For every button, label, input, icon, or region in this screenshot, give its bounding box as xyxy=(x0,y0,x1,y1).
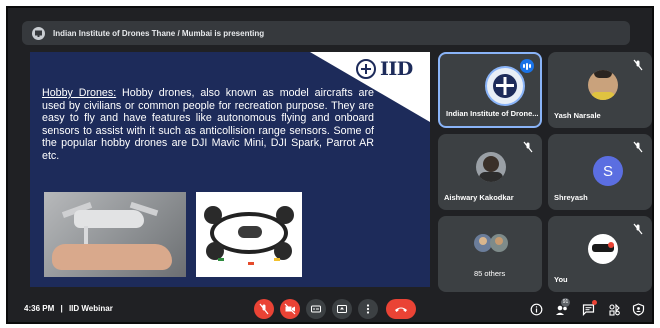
chat-icon[interactable] xyxy=(580,300,597,317)
camera-toggle-button[interactable] xyxy=(280,299,300,319)
people-icon[interactable]: 91 xyxy=(554,298,570,317)
avatar xyxy=(588,70,618,100)
mic-off-icon xyxy=(259,303,269,315)
meeting-name: IID Webinar xyxy=(68,304,113,313)
slide-paragraph: Hobby Drones: Hobby drones, also known a… xyxy=(42,87,374,163)
present-icon xyxy=(337,305,347,313)
participant-tile-aishwary[interactable]: Aishwary Kakodkar xyxy=(438,134,542,210)
info-icon[interactable] xyxy=(528,301,544,317)
mic-off-icon xyxy=(632,58,644,71)
avatar xyxy=(588,234,618,264)
host-controls-icon[interactable] xyxy=(630,301,646,317)
speaking-indicator-icon xyxy=(520,59,534,73)
leave-call-button[interactable] xyxy=(386,299,416,319)
present-button[interactable] xyxy=(332,299,352,319)
hangup-icon xyxy=(395,307,407,312)
captions-icon xyxy=(311,305,321,313)
notification-dot xyxy=(592,300,597,305)
avatar xyxy=(476,152,506,182)
bottom-bar: 4:36 PM | IID Webinar 91 xyxy=(8,294,652,322)
banner-text: Indian Institute of Drones Thane / Mumba… xyxy=(53,28,265,38)
drone-photo-parrot xyxy=(196,192,302,277)
more-icon xyxy=(366,304,370,314)
meeting-time: 4:36 PM xyxy=(24,304,55,313)
people-count-badge: 91 xyxy=(561,298,570,307)
iid-logo: IID xyxy=(356,58,422,81)
activities-icon[interactable] xyxy=(606,301,622,317)
participant-name: You xyxy=(554,275,568,284)
meet-window: Indian Institute of Drones Thane / Mumba… xyxy=(6,6,654,324)
participant-name: Aishwary Kakodkar xyxy=(444,193,514,202)
mic-off-icon xyxy=(632,222,644,235)
others-count: 85 others xyxy=(474,269,506,278)
participant-tile-you[interactable]: You xyxy=(548,216,652,292)
avatar xyxy=(485,66,525,106)
mic-off-icon xyxy=(522,140,534,153)
presenting-banner: Indian Institute of Drones Thane / Mumba… xyxy=(22,21,630,45)
drone-photo-hand xyxy=(44,192,186,277)
mic-toggle-button[interactable] xyxy=(254,299,274,319)
participant-name: Shreyash xyxy=(554,193,588,202)
participant-tile-shreyash[interactable]: S Shreyash xyxy=(548,134,652,210)
participant-tile-iid[interactable]: Indian Institute of Drone... xyxy=(438,52,542,128)
avatar: S xyxy=(593,156,623,186)
participant-name: Yash Narsale xyxy=(554,111,601,120)
slide-keyword: Hobby Drones: xyxy=(42,87,117,99)
participant-tile-yash[interactable]: Yash Narsale xyxy=(548,52,652,128)
presenting-icon xyxy=(32,26,45,40)
iid-emblem-icon xyxy=(356,59,376,79)
participant-name: Indian Institute of Drone... xyxy=(446,109,539,118)
avatar xyxy=(490,234,508,252)
shared-slide: IID Hobby Drones: Hobby drones, also kno… xyxy=(30,52,430,287)
mic-off-icon xyxy=(632,140,644,153)
meeting-separator: | xyxy=(60,304,63,313)
captions-button[interactable] xyxy=(306,299,326,319)
participant-tile-others[interactable]: 85 others xyxy=(438,216,542,292)
meeting-info: 4:36 PM | IID Webinar xyxy=(24,304,113,313)
more-options-button[interactable] xyxy=(358,299,378,319)
camera-off-icon xyxy=(284,303,296,315)
